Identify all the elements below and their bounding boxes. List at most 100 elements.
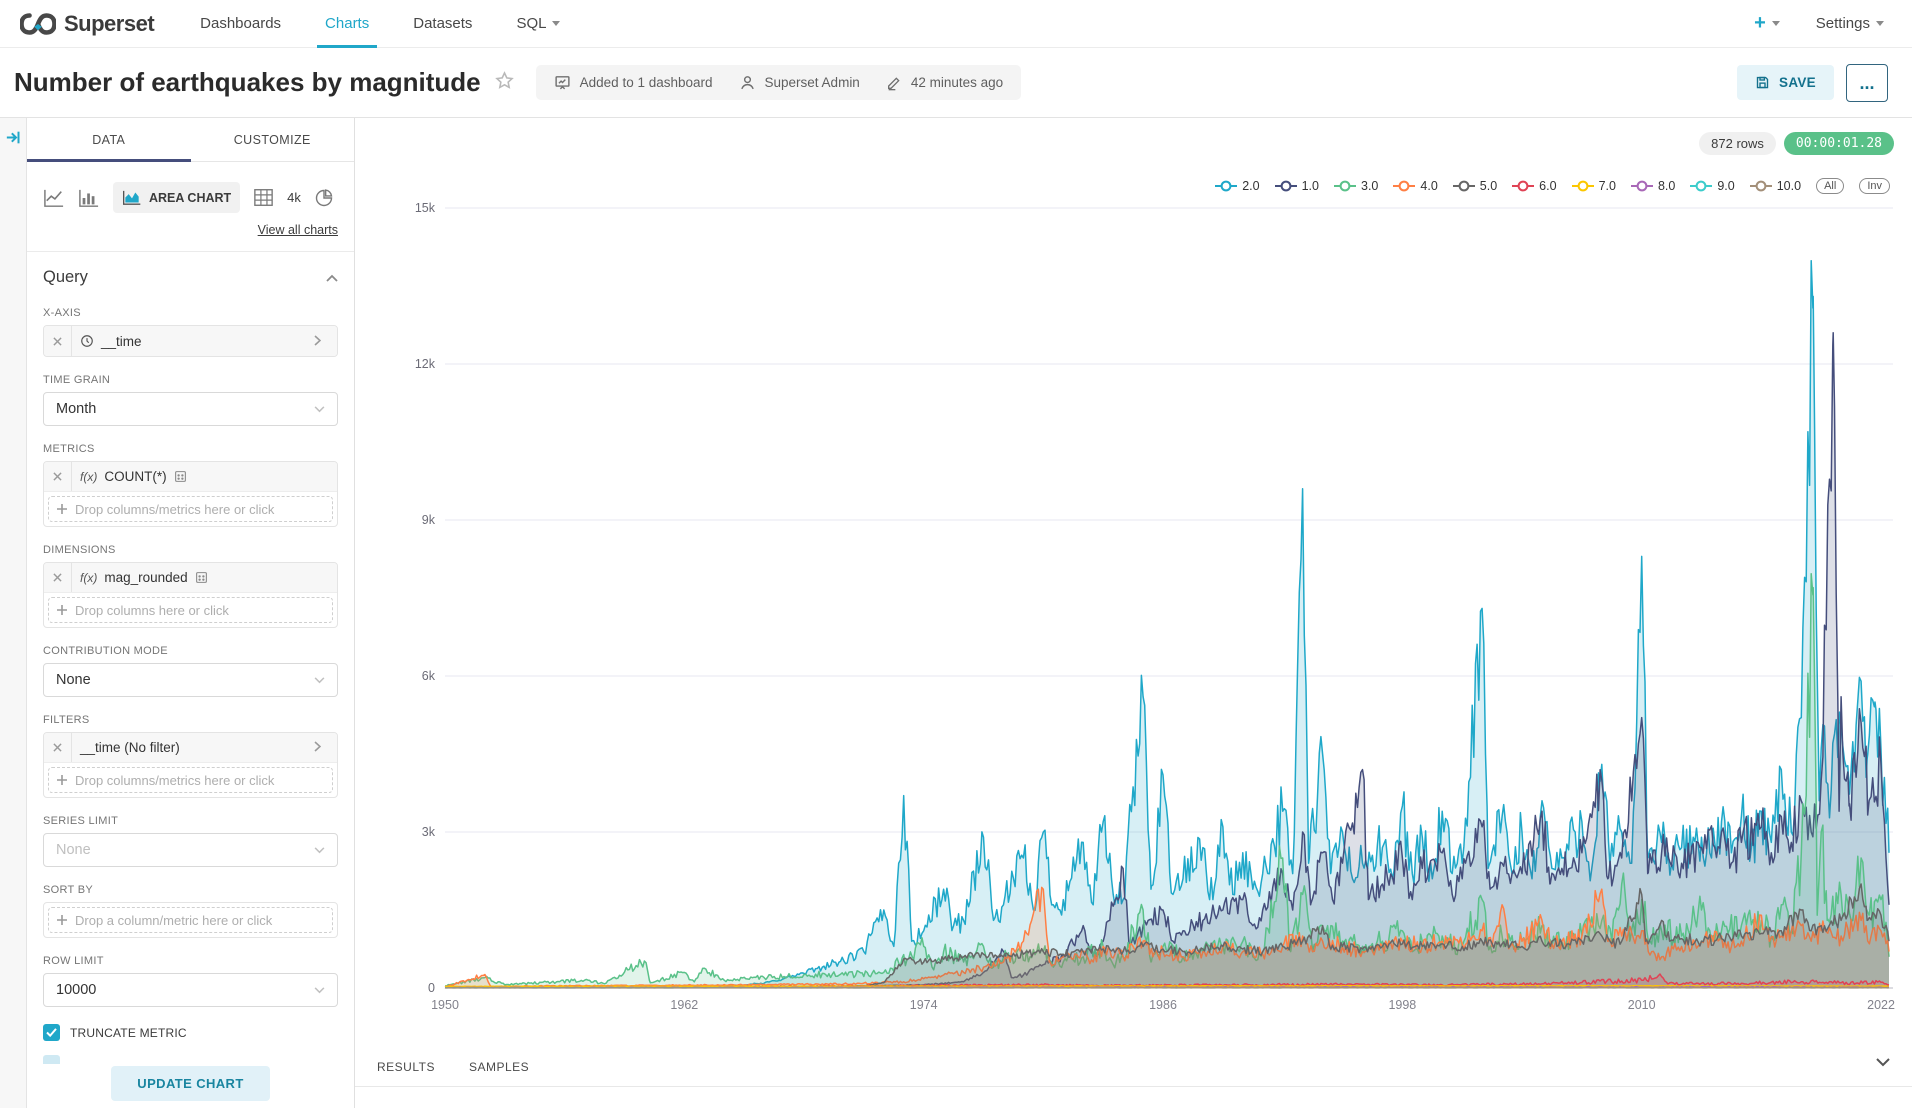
table-icon[interactable]: [253, 188, 274, 207]
control-series-limit: SERIES LIMIT None: [43, 815, 338, 867]
legend-item[interactable]: 1.0: [1275, 179, 1319, 193]
plus-icon: [57, 915, 67, 925]
viztype-label: AREA CHART: [149, 191, 231, 205]
data-panel: DATA CUSTOMIZE AREA CHART: [27, 118, 355, 1108]
metric-pill[interactable]: f(x) COUNT(*): [44, 462, 337, 492]
svg-text:1962: 1962: [670, 998, 698, 1012]
truncate-metric-checkbox[interactable]: TRUNCATE METRIC: [43, 1024, 338, 1041]
legend-label: 9.0: [1717, 179, 1734, 193]
save-disk-icon: [1755, 75, 1770, 90]
row-count-badge: 872 rows: [1699, 132, 1776, 155]
legend-item[interactable]: 2.0: [1215, 179, 1259, 193]
time-grain-value: Month: [56, 401, 96, 417]
favorite-star-icon[interactable]: [495, 71, 514, 95]
control-label: X-AXIS: [43, 307, 338, 319]
legend-invert-button[interactable]: Inv: [1859, 178, 1890, 194]
xaxis-value-pill[interactable]: __time: [44, 326, 337, 356]
legend-item[interactable]: 3.0: [1334, 179, 1378, 193]
function-icon: f(x): [80, 571, 97, 585]
legend-item[interactable]: 5.0: [1453, 179, 1497, 193]
query-timer-badge: 00:00:01.28: [1784, 132, 1894, 155]
control-label: SORT BY: [43, 884, 338, 896]
settings-menu[interactable]: Settings: [1816, 15, 1884, 32]
metrics-drop-zone[interactable]: Drop columns/metrics here or click: [48, 496, 333, 522]
divider: [27, 251, 354, 252]
legend-label: 7.0: [1599, 179, 1616, 193]
filter-pill[interactable]: __time (No filter): [44, 733, 337, 763]
svg-text:1998: 1998: [1388, 998, 1416, 1012]
line-chart-icon[interactable]: [43, 188, 65, 208]
new-item-button[interactable]: +: [1754, 12, 1780, 35]
tab-customize[interactable]: CUSTOMIZE: [191, 118, 355, 161]
pie-chart-icon[interactable]: [314, 188, 334, 208]
nav-sql-label: SQL: [516, 15, 546, 32]
divider: [355, 1086, 1912, 1087]
dashboards-meta[interactable]: Added to 1 dashboard: [554, 74, 713, 91]
nav-sql[interactable]: SQL: [516, 0, 560, 48]
time-grain-select[interactable]: Month: [43, 392, 338, 426]
svg-text:2010: 2010: [1628, 998, 1656, 1012]
legend-marker-icon: [1453, 180, 1475, 192]
nav-menu: Dashboards Charts Datasets SQL: [200, 0, 560, 48]
plus-icon: [57, 605, 67, 615]
tab-samples[interactable]: SAMPLES: [469, 1060, 529, 1074]
expand-panel-icon[interactable]: [5, 130, 22, 145]
legend-item[interactable]: 10.0: [1750, 179, 1801, 193]
clock-icon: [80, 334, 94, 348]
nav-charts[interactable]: Charts: [325, 0, 369, 48]
results-pane: RESULTS SAMPLES: [355, 1050, 1912, 1087]
series-limit-select[interactable]: None: [43, 833, 338, 867]
modified-meta[interactable]: 42 minutes ago: [886, 75, 1003, 91]
save-button[interactable]: SAVE: [1737, 65, 1834, 100]
chevron-down-icon: [314, 677, 325, 684]
xaxis-value: __time: [101, 334, 142, 349]
control-label: TIME GRAIN: [43, 374, 338, 386]
contribution-mode-select[interactable]: None: [43, 663, 338, 697]
legend-select-all-button[interactable]: All: [1816, 178, 1844, 194]
legend-item[interactable]: 9.0: [1690, 179, 1734, 193]
legend-item[interactable]: 6.0: [1512, 179, 1556, 193]
legend-marker-icon: [1512, 180, 1534, 192]
nav-datasets[interactable]: Datasets: [413, 0, 472, 48]
dimensions-drop-zone[interactable]: Drop columns here or click: [48, 597, 333, 623]
infinity-logo-icon: [20, 13, 56, 35]
owner-meta[interactable]: Superset Admin: [739, 74, 860, 91]
more-actions-button[interactable]: ...: [1846, 64, 1888, 102]
sort-by-drop-zone[interactable]: Drop a column/metric here or click: [48, 907, 333, 933]
bar-chart-icon[interactable]: [78, 188, 100, 208]
tab-data[interactable]: DATA: [27, 118, 191, 161]
filters-drop-zone[interactable]: Drop columns/metrics here or click: [48, 767, 333, 793]
series-limit-placeholder: None: [56, 842, 91, 858]
legend-label: 6.0: [1539, 179, 1556, 193]
legend-item[interactable]: 4.0: [1393, 179, 1437, 193]
area-chart-svg[interactable]: 03k6k9k12k15k195019621974198619982010202…: [355, 178, 1912, 1038]
viztype-selected[interactable]: AREA CHART: [113, 182, 240, 213]
update-chart-button[interactable]: UPDATE CHART: [111, 1066, 269, 1101]
remove-icon[interactable]: [44, 733, 72, 762]
dimension-pill[interactable]: f(x) mag_rounded: [44, 563, 337, 593]
owner-label: Superset Admin: [765, 75, 860, 90]
control-label: CONTRIBUTION MODE: [43, 645, 338, 657]
legend-label: 10.0: [1777, 179, 1801, 193]
nav-dashboards[interactable]: Dashboards: [200, 0, 281, 48]
control-label: FILTERS: [43, 714, 338, 726]
collapse-results-icon[interactable]: [1876, 1054, 1890, 1072]
collapse-section-icon[interactable]: [326, 274, 338, 282]
user-icon: [739, 74, 756, 91]
remove-icon[interactable]: [44, 563, 72, 592]
tab-results[interactable]: RESULTS: [377, 1060, 435, 1074]
legend-item[interactable]: 8.0: [1631, 179, 1675, 193]
viztype-4k[interactable]: 4k: [287, 190, 301, 205]
caret-down-icon: [1876, 21, 1884, 26]
contribution-value: None: [56, 672, 91, 688]
superset-logo[interactable]: Superset: [20, 11, 154, 37]
legend-item[interactable]: 7.0: [1572, 179, 1616, 193]
remove-icon[interactable]: [44, 462, 72, 491]
control-filters: FILTERS __time (No filter): [43, 714, 338, 798]
view-all-charts-link[interactable]: View all charts: [43, 223, 338, 237]
remove-icon[interactable]: [44, 326, 72, 356]
row-limit-select[interactable]: 10000: [43, 973, 338, 1007]
save-label: SAVE: [1779, 75, 1816, 90]
panel-gutter: [0, 118, 27, 1108]
chevron-right-icon: [314, 334, 329, 349]
